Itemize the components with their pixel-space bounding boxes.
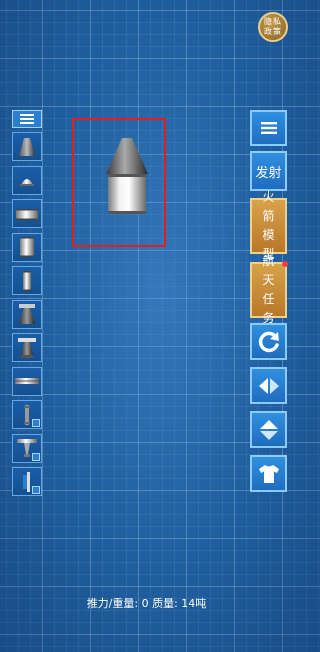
lock-icon (32, 486, 40, 494)
privacy-policy-label: 隐私政策 (264, 17, 282, 36)
notification-dot (282, 261, 288, 267)
side-strut-part[interactable] (12, 467, 42, 496)
landing-leg-part[interactable] (12, 433, 42, 463)
engine-icon (19, 304, 35, 324)
large-engine-part[interactable] (12, 333, 42, 362)
flip-vertical-button[interactable] (250, 411, 287, 448)
medium-tank-icon (20, 237, 34, 257)
wide-tank-icon (16, 208, 38, 220)
launch-button[interactable]: 发射 (250, 151, 287, 191)
launch-label: 发射 (255, 165, 282, 181)
rotate-button[interactable] (250, 323, 287, 360)
space-mission-button[interactable]: 航天任务 (250, 254, 288, 325)
parts-menu-button[interactable] (12, 110, 42, 128)
skin-button[interactable] (250, 455, 287, 492)
rocket-assembly[interactable] (104, 136, 150, 216)
nose-cone-icon (19, 137, 35, 156)
menu-icon (260, 122, 277, 134)
medium-tank-part[interactable] (12, 232, 42, 262)
thrust-mass-status: 推力/重量: 0 质量: 14吨 (86, 597, 207, 610)
lock-icon (32, 452, 40, 461)
narrow-tank-part[interactable] (12, 266, 42, 295)
flip-horizontal-icon (258, 377, 279, 394)
small-capsule-part[interactable] (12, 165, 42, 195)
engine-part[interactable] (12, 299, 42, 329)
rotate-icon (258, 331, 279, 352)
lock-icon (32, 419, 40, 427)
flip-horizontal-button[interactable] (250, 367, 287, 404)
rocket-tank (108, 174, 146, 214)
strut-part[interactable] (12, 400, 42, 429)
main-menu-button[interactable] (250, 110, 287, 146)
flip-vertical-icon (259, 419, 278, 440)
shirt-icon (258, 464, 279, 483)
decoupler-icon (15, 378, 39, 384)
narrow-tank-icon (23, 270, 31, 291)
menu-icon (20, 114, 34, 124)
capsule-icon (20, 179, 34, 186)
parts-panel (12, 110, 42, 501)
decoupler-part[interactable] (12, 366, 42, 396)
rocket-nose-cone (106, 138, 148, 174)
wide-tank-part[interactable] (12, 199, 42, 228)
large-engine-icon (18, 337, 36, 358)
privacy-policy-button[interactable]: 隐私政策 (258, 12, 288, 42)
rocket-model-button[interactable]: 火箭模型 (250, 190, 287, 261)
nose-cone-part[interactable] (12, 132, 42, 161)
space-mission-label: 航天任务 (262, 254, 275, 325)
